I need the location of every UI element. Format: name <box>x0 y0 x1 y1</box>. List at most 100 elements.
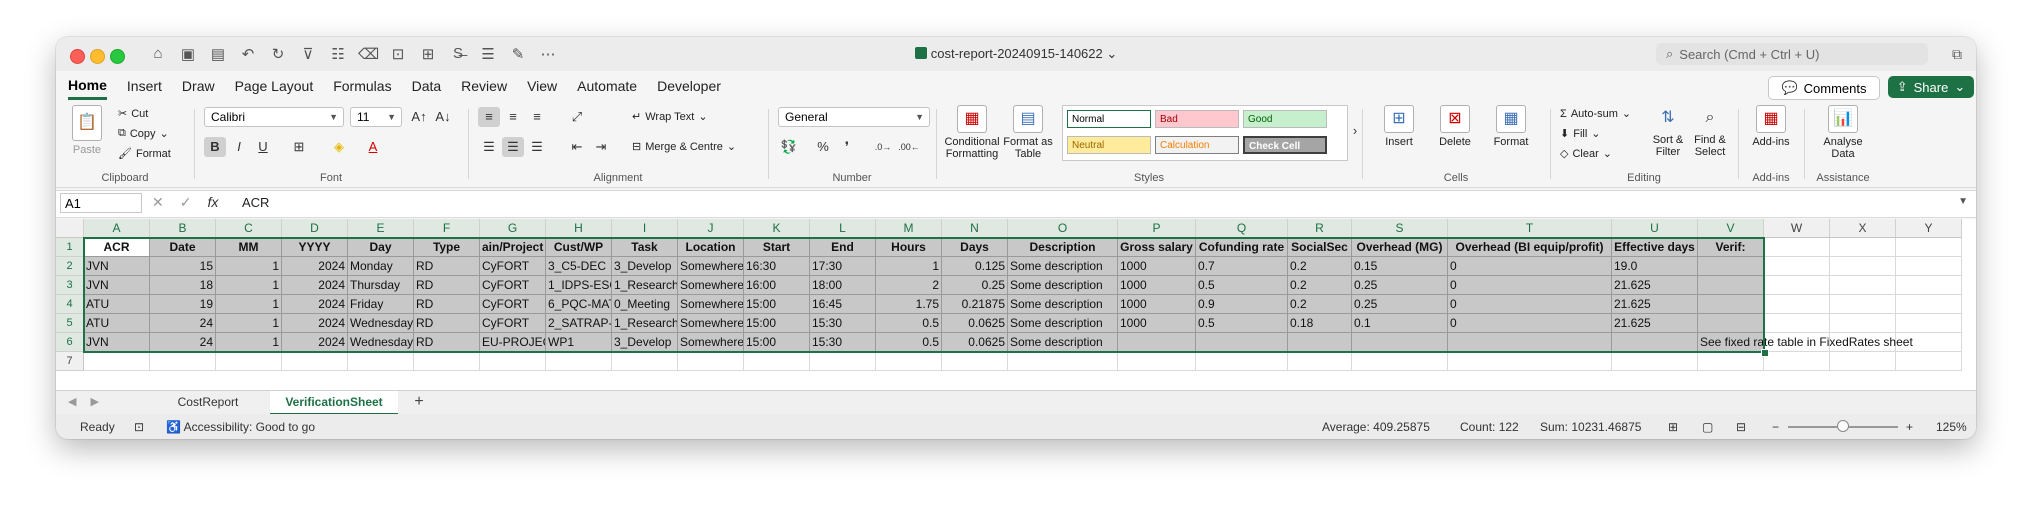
merge-centre-button[interactable]: ⊟ Merge & Centre ⌄ <box>632 140 736 154</box>
cell-c1[interactable]: MM <box>216 238 282 257</box>
cut-button[interactable]: ✂ Cut <box>118 107 148 121</box>
cell-k5[interactable]: 15:00 <box>744 314 810 333</box>
spreadsheet-grid[interactable]: A B C D E F G H I J K L M N O P Q R S T U V W X Y 1 2 3 4 5 6 7 ACR Date M… <box>56 219 1976 390</box>
zoom-slider-thumb[interactable] <box>1837 420 1849 432</box>
cell-j5[interactable]: Somewhere <box>678 314 744 333</box>
cell-h2[interactable]: 3_C5-DEC <box>546 257 612 276</box>
column-header-c[interactable]: C <box>216 219 282 238</box>
cell-i6[interactable]: 3_Develop <box>612 333 678 352</box>
accounting-format-icon[interactable]: 💱 <box>778 137 800 157</box>
cell-l5[interactable]: 15:30 <box>810 314 876 333</box>
column-header-y[interactable]: Y <box>1896 219 1962 238</box>
decrease-decimal-icon[interactable]: .00← <box>898 137 920 157</box>
cell-p4[interactable]: 1000 <box>1118 295 1196 314</box>
cell-s4[interactable]: 0.25 <box>1352 295 1448 314</box>
zoom-level[interactable]: 125% <box>1936 420 1967 434</box>
cell-v2[interactable] <box>1698 257 1764 276</box>
wrap-text-button[interactable]: ↵ Wrap Text ⌄ <box>632 110 708 124</box>
cell-p5[interactable]: 1000 <box>1118 314 1196 333</box>
macro-record-icon[interactable]: ⊡ <box>134 420 144 434</box>
bold-button[interactable]: B <box>204 137 226 157</box>
column-header-m[interactable]: M <box>876 219 942 238</box>
find-select-button[interactable]: ⌕ Find & Select <box>1690 105 1730 158</box>
cell-k7[interactable] <box>744 352 810 371</box>
cell-s2[interactable]: 0.15 <box>1352 257 1448 276</box>
cell-c3[interactable]: 1 <box>216 276 282 295</box>
cell-g6[interactable]: EU-PROJECT <box>480 333 546 352</box>
next-sheet-icon[interactable]: ▶ <box>90 395 98 408</box>
tab-review[interactable]: Review <box>461 74 507 98</box>
cell-q2[interactable]: 0.7 <box>1196 257 1288 276</box>
align-right-icon[interactable]: ☰ <box>526 137 548 157</box>
cell-o3[interactable]: Some description <box>1008 276 1118 295</box>
column-header-t[interactable]: T <box>1448 219 1612 238</box>
cell-y1[interactable] <box>1896 238 1962 257</box>
cell-b7[interactable] <box>150 352 216 371</box>
cell-v1[interactable]: Verif: <box>1698 238 1764 257</box>
cell-n6[interactable]: 0.0625 <box>942 333 1008 352</box>
cancel-icon[interactable]: ✕ <box>152 194 164 211</box>
cell-r2[interactable]: 0.2 <box>1288 257 1352 276</box>
cell-q6[interactable] <box>1196 333 1288 352</box>
sort-filter-button[interactable]: ⇅ Sort & Filter <box>1648 105 1688 158</box>
cell-r7[interactable] <box>1288 352 1352 371</box>
cell-a7[interactable] <box>84 352 150 371</box>
cell-n4[interactable]: 0.21875 <box>942 295 1008 314</box>
orientation-icon[interactable]: ⤢ <box>566 107 588 127</box>
tab-developer[interactable]: Developer <box>657 74 721 98</box>
cell-c6[interactable]: 1 <box>216 333 282 352</box>
cell-r5[interactable]: 0.18 <box>1288 314 1352 333</box>
increase-indent-icon[interactable]: ⇥ <box>590 137 612 157</box>
cell-j7[interactable] <box>678 352 744 371</box>
function-icon[interactable]: fx <box>207 194 218 211</box>
search-box[interactable]: ⌕ Search (Cmd + Ctrl + U) <box>1656 43 1928 65</box>
column-header-p[interactable]: P <box>1118 219 1196 238</box>
cell-b2[interactable]: 15 <box>150 257 216 276</box>
underline-button[interactable]: U <box>252 137 274 157</box>
cell-q3[interactable]: 0.5 <box>1196 276 1288 295</box>
cell-p6[interactable] <box>1118 333 1196 352</box>
cell-e2[interactable]: Monday <box>348 257 414 276</box>
cell-y7[interactable] <box>1896 352 1962 371</box>
cell-s3[interactable]: 0.25 <box>1352 276 1448 295</box>
fill-handle[interactable] <box>1761 349 1769 357</box>
column-header-s[interactable]: S <box>1352 219 1448 238</box>
cell-y5[interactable] <box>1896 314 1962 333</box>
cell-l2[interactable]: 17:30 <box>810 257 876 276</box>
cell-m7[interactable] <box>876 352 942 371</box>
cell-k4[interactable]: 15:00 <box>744 295 810 314</box>
prev-sheet-icon[interactable]: ◀ <box>68 395 76 408</box>
style-good[interactable]: Good <box>1243 110 1327 128</box>
cell-m1[interactable]: Hours <box>876 238 942 257</box>
tab-draw[interactable]: Draw <box>182 74 215 98</box>
number-format-select[interactable]: General ▼ <box>778 107 930 127</box>
align-middle-icon[interactable]: ≡ <box>502 107 524 127</box>
column-header-x[interactable]: X <box>1830 219 1896 238</box>
cell-o2[interactable]: Some description <box>1008 257 1118 276</box>
cell-g2[interactable]: CyFORT <box>480 257 546 276</box>
cell-f4[interactable]: RD <box>414 295 480 314</box>
cell-x2[interactable] <box>1830 257 1896 276</box>
page-break-view-icon[interactable]: ⊟ <box>1736 420 1746 434</box>
cell-u5[interactable]: 21.625 <box>1612 314 1698 333</box>
column-header-v[interactable]: V <box>1698 219 1764 238</box>
cell-x7[interactable] <box>1830 352 1896 371</box>
font-color-icon[interactable]: A <box>362 137 384 157</box>
normal-view-icon[interactable]: ⊞ <box>1668 420 1678 434</box>
cell-s5[interactable]: 0.1 <box>1352 314 1448 333</box>
fill-color-icon[interactable]: ◈ <box>328 137 350 157</box>
cell-d5[interactable]: 2024 <box>282 314 348 333</box>
cell-e3[interactable]: Thursday <box>348 276 414 295</box>
italic-button[interactable]: I <box>228 137 250 157</box>
cell-t4[interactable]: 0 <box>1448 295 1612 314</box>
fill-button[interactable]: ⬇ Fill ⌄ <box>1560 127 1601 141</box>
column-header-d[interactable]: D <box>282 219 348 238</box>
cell-x4[interactable] <box>1830 295 1896 314</box>
cell-c4[interactable]: 1 <box>216 295 282 314</box>
paste-button[interactable]: 📋 Paste <box>66 105 108 156</box>
cell-e7[interactable] <box>348 352 414 371</box>
cell-f3[interactable]: RD <box>414 276 480 295</box>
cell-x5[interactable] <box>1830 314 1896 333</box>
cell-i2[interactable]: 3_Develop <box>612 257 678 276</box>
cell-h4[interactable]: 6_PQC-MAT <box>546 295 612 314</box>
